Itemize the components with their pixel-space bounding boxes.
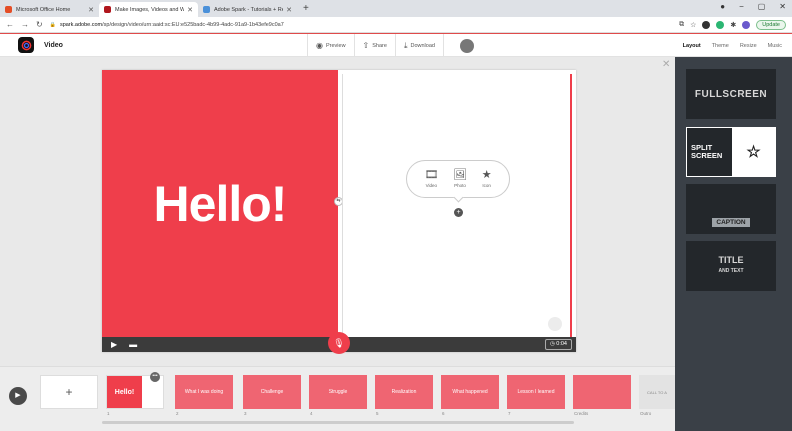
slide-timeline: ▶ + Hello! ••• 1 What I was doing 2 Chal… <box>0 366 675 431</box>
translate-icon[interactable]: ⧉ <box>679 21 684 29</box>
collaborator-area <box>442 34 482 57</box>
tab-title: Microsoft Office Home <box>16 6 71 13</box>
bookmark-star-icon[interactable]: ☆ <box>690 21 696 29</box>
browser-tab-office[interactable]: Microsoft Office Home ✕ <box>0 2 99 17</box>
slide-thumbnail[interactable]: What happened <box>441 375 499 409</box>
add-icon-button[interactable]: ★ Icon <box>481 169 492 189</box>
extension-icon[interactable] <box>702 20 711 29</box>
more-options-icon[interactable]: ••• <box>150 372 160 382</box>
browser-tab-bar: Microsoft Office Home ✕ Make Images, Vid… <box>0 0 792 17</box>
share-button[interactable]: ⇧ Share <box>353 34 395 57</box>
account-circle-icon[interactable]: ● <box>720 2 725 11</box>
right-media-pane[interactable]: 🎞 Video 🖼 Photo ★ Icon + <box>342 74 572 337</box>
app-header: Video ◉ Preview ⇧ Share ⤓ Download Layou… <box>0 33 792 57</box>
tab-theme[interactable]: Theme <box>712 43 729 49</box>
slide-thumbnail[interactable]: Struggle <box>309 375 367 409</box>
star-icon: ★ <box>481 169 492 181</box>
tab-close-icon[interactable]: ✕ <box>286 6 292 14</box>
tab-close-icon[interactable]: ✕ <box>88 6 94 14</box>
slide-thumbnail[interactable]: Hello! ••• <box>106 372 164 409</box>
url-field[interactable]: 🔒 spark.adobe.com /sp/design/video/urn:a… <box>50 22 679 28</box>
layout-title-and-text[interactable]: TITLE AND TEXT <box>686 241 776 291</box>
watermark-icon <box>548 317 562 331</box>
browser-tab-spark[interactable]: Make Images, Videos and Web S ✕ <box>99 2 198 17</box>
play-all-button[interactable]: ▶ <box>9 387 27 405</box>
record-voice-button[interactable]: 🎙 <box>328 332 350 354</box>
video-stage: Hello! ⇆ 🎞 Video 🖼 Photo ★ Icon + ▶ ▬ ◷ … <box>102 70 576 354</box>
extension-icon[interactable] <box>716 20 725 29</box>
eye-icon: ◉ <box>316 41 323 50</box>
browser-tab-tutorials[interactable]: Adobe Spark - Tutorials + Resou ✕ <box>198 2 297 17</box>
project-title: Video <box>44 41 63 49</box>
puzzle-icon[interactable]: ✱ <box>730 21 736 29</box>
add-photo-button[interactable]: 🖼 Photo <box>453 169 468 189</box>
add-slide-button[interactable]: + <box>40 375 98 409</box>
spark-favicon-icon <box>104 6 111 13</box>
forward-arrow-icon[interactable]: → <box>21 20 29 29</box>
slide-thumbnail[interactable] <box>573 375 631 409</box>
tab-close-icon[interactable]: ✕ <box>187 6 193 14</box>
layout-panel: FULLSCREEN SPLIT SCREEN ☆ CAPTION TITLE … <box>675 57 792 431</box>
play-icon[interactable]: ▶ <box>111 340 117 349</box>
url-host: spark.adobe.com <box>59 21 103 28</box>
add-content-button[interactable]: + <box>454 208 463 217</box>
address-bar: ← → ↻ 🔒 spark.adobe.com /sp/design/video… <box>0 17 792 33</box>
tab-resize[interactable]: Resize <box>740 43 757 49</box>
layout-fullscreen[interactable]: FULLSCREEN <box>686 69 776 119</box>
download-icon: ⤓ <box>403 40 408 50</box>
download-button[interactable]: ⤓ Download <box>394 34 443 57</box>
user-avatar-icon[interactable] <box>459 38 474 53</box>
minimize-button[interactable]: − <box>739 2 744 11</box>
reload-icon[interactable]: ↻ <box>36 20 43 29</box>
preview-button[interactable]: ◉ Preview <box>307 34 354 57</box>
caption-icon[interactable]: ▬ <box>129 340 137 349</box>
tab-layout[interactable]: Layout <box>683 43 701 49</box>
slide-thumbnail[interactable]: Lesson I learned <box>507 375 565 409</box>
star-outline-icon: ☆ <box>732 128 775 176</box>
new-tab-button[interactable]: + <box>303 2 309 17</box>
layout-caption[interactable]: CAPTION <box>686 184 776 234</box>
tab-music[interactable]: Music <box>768 43 782 49</box>
slide-thumbnail[interactable]: What I was doing <box>175 375 233 409</box>
timeline-scrollbar[interactable] <box>102 421 574 424</box>
layout-split-screen[interactable]: SPLIT SCREEN ☆ <box>686 127 776 177</box>
share-icon: ⇧ <box>362 41 370 50</box>
spark-logo-icon[interactable] <box>18 37 34 53</box>
maximize-button[interactable]: ▢ <box>758 2 766 11</box>
add-video-button[interactable]: 🎞 Video <box>424 169 439 189</box>
tab-title: Make Images, Videos and Web S <box>115 6 185 13</box>
clock-icon: ◷ <box>549 341 555 347</box>
slide-thumbnail[interactable]: Challenge <box>243 375 301 409</box>
slide-thumbnail[interactable]: Realization <box>375 375 433 409</box>
slide-thumbnail-outro[interactable]: CALL TO A <box>639 375 675 409</box>
update-button[interactable]: Update <box>756 19 786 30</box>
left-media-pane[interactable]: Hello! <box>102 70 338 337</box>
url-path: /sp/design/video/urn:aaid:sc:EU:e525badc… <box>102 21 284 28</box>
profile-avatar[interactable] <box>742 20 751 29</box>
tab-title: Adobe Spark - Tutorials + Resou <box>214 6 283 13</box>
image-icon: 🖼 <box>453 169 468 181</box>
slide-duration[interactable]: ◷ 0:04 <box>544 339 572 350</box>
collapse-panel-icon[interactable]: ✕ <box>662 59 670 70</box>
office-favicon-icon <box>5 6 12 13</box>
close-window-button[interactable]: ✕ <box>779 2 786 11</box>
back-arrow-icon[interactable]: ← <box>6 20 14 29</box>
cloud-favicon-icon <box>203 6 210 13</box>
film-icon: 🎞 <box>424 169 439 181</box>
add-media-popover: 🎞 Video 🖼 Photo ★ Icon <box>406 160 510 198</box>
microphone-icon: 🎙 <box>333 337 345 348</box>
hello-text[interactable]: Hello! <box>154 175 288 233</box>
lock-icon: 🔒 <box>49 21 56 28</box>
